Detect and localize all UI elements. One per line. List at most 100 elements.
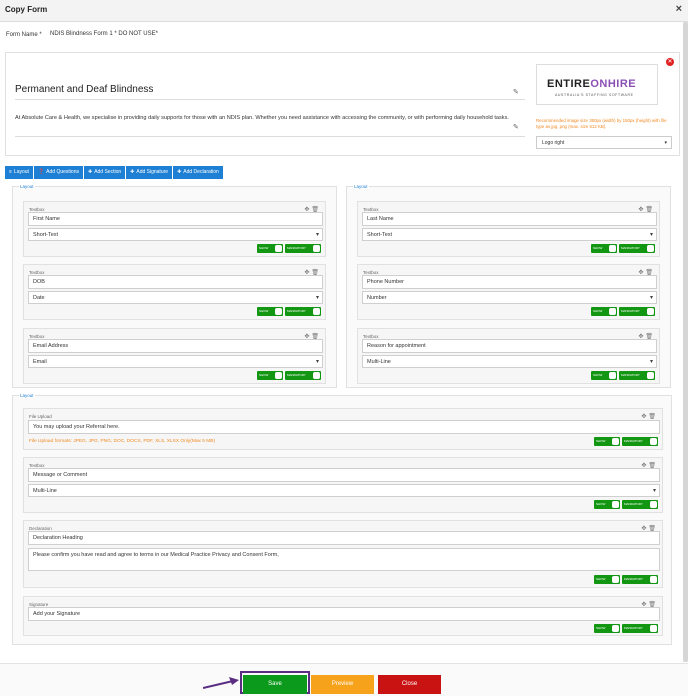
field-dob[interactable]: Textbox ✥🗑 DOB Date ▾ SHOW MANDATORY [23,264,326,320]
add-questions-label: Add Questions [46,169,79,175]
close-icon[interactable]: × [676,3,682,15]
field-actions: ✥🗑 [641,413,658,420]
field-declaration[interactable]: Declaration ✥🗑 Declaration Heading Pleas… [23,520,663,588]
logo-position-value: Logo right [542,140,565,146]
declaration-heading-input[interactable]: Declaration Heading [28,531,660,545]
field-label-input[interactable]: Email Address [28,339,323,353]
remove-logo-icon[interactable]: ✕ [666,58,674,66]
add-declaration-button[interactable]: ✚ Add Declaration [173,166,223,179]
layout-tag: Layout [19,393,35,398]
show-label: SHOW [596,502,606,506]
add-signature-button[interactable]: ✚ Add Signature [126,166,173,179]
field-subtype-select[interactable]: Number ▾ [362,291,657,304]
form-header: Permanent and Deaf Blindness ✎ At Absolu… [5,52,680,156]
logo-size-hint: Recommended image size 350px (width) by … [536,118,667,129]
chevron-down-icon: ▾ [649,232,653,238]
toggle-knob [612,576,619,583]
field-label-input[interactable]: Message or Comment [28,468,660,482]
mandatory-toggle[interactable]: MANDATORY [285,371,321,380]
form-header-description[interactable]: At Absolute Care & Health, we specialise… [15,114,511,123]
field-phone-number[interactable]: Textbox ✥🗑 Phone Number Number ▾ SHOW MAN… [357,264,660,320]
field-subtype-select[interactable]: Email ▾ [28,355,323,368]
add-declaration-label: Add Declaration [183,169,219,175]
add-section-label: Add Section [94,169,122,175]
field-label-input[interactable]: Reason for appointment [362,339,657,353]
show-toggle[interactable]: SHOW [591,244,617,253]
field-subtype-select[interactable]: Multi-Line ▾ [28,484,660,497]
dialog-footer: Save Preview Close [0,663,688,696]
show-label: SHOW [596,626,606,630]
show-label: SHOW [593,309,603,313]
field-label-input[interactable]: Last Name [362,212,657,226]
mandatory-toggle[interactable]: MANDATORY [622,624,658,633]
dialog-titlebar: Copy Form × [0,0,688,22]
show-label: SHOW [259,373,269,377]
close-button[interactable]: Close [378,675,441,694]
add-section-button[interactable]: ✚ Add Section [83,166,126,179]
field-subtype-select[interactable]: Date ▾ [28,291,323,304]
field-signature[interactable]: Signature ✥🗑 Add your Signature SHOW MAN… [23,596,663,636]
mandatory-toggle[interactable]: MANDATORY [622,500,658,509]
subtype-value: Date [33,295,45,301]
show-toggle[interactable]: SHOW [594,437,620,446]
mandatory-toggle[interactable]: MANDATORY [619,244,655,253]
add-signature-label: Add Signature [136,169,169,175]
form-name-value[interactable]: NDIS Blindness Form 1 * DO NOT USE* [50,31,158,37]
mandatory-toggle[interactable]: MANDATORY [285,244,321,253]
mandatory-toggle[interactable]: MANDATORY [619,307,655,316]
show-toggle[interactable]: SHOW [594,575,620,584]
field-message[interactable]: Textbox ✥🗑 Message or Comment Multi-Line… [23,457,663,513]
mandatory-label: MANDATORY [287,309,306,313]
toggle-knob [612,625,619,632]
show-toggle[interactable]: SHOW [257,371,283,380]
field-toggles: SHOW MANDATORY [591,371,655,380]
subtype-value: Short-Text [33,232,59,238]
show-toggle[interactable]: SHOW [591,371,617,380]
chevron-down-icon: ▾ [315,359,319,365]
field-file-upload[interactable]: File Upload ✥🗑 You may upload your Refer… [23,408,663,450]
show-toggle[interactable]: SHOW [257,244,283,253]
declaration-text-area[interactable]: Please confirm you have read and agree t… [28,548,660,571]
mandatory-label: MANDATORY [624,626,643,630]
show-toggle[interactable]: SHOW [257,307,283,316]
field-label-input[interactable]: Phone Number [362,275,657,289]
show-label: SHOW [593,246,603,250]
field-last-name[interactable]: Textbox ✥🗑 Last Name Short-Text ▾ SHOW MA… [357,201,660,257]
field-reason[interactable]: Textbox ✥🗑 Reason for appointment Multi-… [357,328,660,384]
field-subtype-select[interactable]: Short-Text ▾ [362,228,657,241]
mandatory-toggle[interactable]: MANDATORY [622,575,658,584]
toggle-knob [647,372,654,379]
field-first-name[interactable]: Textbox ✥🗑 First Name Short-Text ▾ SHOW M… [23,201,326,257]
form-header-title[interactable]: Permanent and Deaf Blindness [15,84,153,95]
show-toggle[interactable]: SHOW [594,624,620,633]
field-label-input[interactable]: You may upload your Referral here. [28,420,660,434]
field-toggles: SHOW MANDATORY [257,244,321,253]
field-label-input[interactable]: First Name [28,212,323,226]
mandatory-label: MANDATORY [624,502,643,506]
mandatory-toggle[interactable]: MANDATORY [619,371,655,380]
field-subtype-select[interactable]: Multi-Line ▾ [362,355,657,368]
chevron-down-icon: ▾ [315,232,319,238]
show-toggle[interactable]: SHOW [594,500,620,509]
show-toggle[interactable]: SHOW [591,307,617,316]
scrollbar-thumb[interactable] [683,22,688,662]
add-questions-button[interactable]: ❓ Add Questions [33,166,83,179]
description-underline [15,136,525,137]
chevron-down-icon: ▾ [649,295,653,301]
save-button[interactable]: Save [243,675,307,694]
field-email[interactable]: Textbox ✥🗑 Email Address Email ▾ SHOW MAN… [23,328,326,384]
logo-part-2: ONHIRE [590,78,637,90]
mandatory-toggle[interactable]: MANDATORY [622,437,658,446]
plus-icon: ✚ [130,169,135,175]
toggle-knob [313,245,320,252]
edit-title-pencil-icon[interactable]: ✎ [513,88,519,96]
edit-description-pencil-icon[interactable]: ✎ [513,123,519,131]
field-type: File Upload [29,414,52,419]
preview-button[interactable]: Preview [311,675,374,694]
field-label-input[interactable]: Add your Signature [28,607,660,621]
field-subtype-select[interactable]: Short-Text ▾ [28,228,323,241]
logo-position-select[interactable]: Logo right ▾ [536,136,672,149]
field-label-input[interactable]: DOB [28,275,323,289]
mandatory-toggle[interactable]: MANDATORY [285,307,321,316]
layout-button[interactable]: ≡ Layout [5,166,33,179]
